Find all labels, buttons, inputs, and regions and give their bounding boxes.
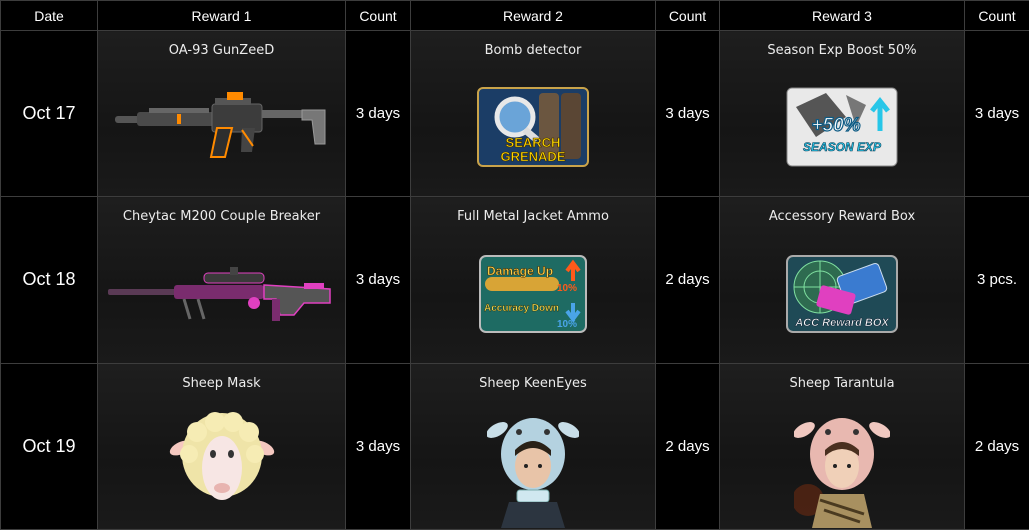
- count-cell: 2 days: [655, 362, 720, 530]
- reward-cell: Bomb detector SEARCH GRENADE: [410, 29, 656, 198]
- sheep-mask-icon: [98, 405, 345, 515]
- acc-reward-box-icon: ACC Reward BOX: [720, 239, 964, 349]
- count-cell: 3 days: [964, 29, 1029, 198]
- character-pink-hood-icon: [720, 409, 964, 529]
- date-cell: Oct 19: [0, 362, 98, 530]
- accuracy-down-label: Accuracy Down: [484, 303, 559, 314]
- reward-name: Sheep Mask: [182, 375, 261, 391]
- reward-cell: Sheep KeenEyes: [410, 362, 656, 530]
- count-cell: 3 pcs.: [964, 196, 1029, 364]
- reward-name: Cheytac M200 Couple Breaker: [122, 209, 321, 225]
- count-cell: 3 days: [345, 196, 411, 364]
- season-exp-boost-icon: +50% SEASON EXP: [720, 72, 964, 182]
- table-row: Oct 17 OA-93 GunZeeD 3 days Bomb detecto…: [0, 29, 1029, 198]
- header-row: Date Reward 1 Count Reward 2 Count Rewar…: [0, 0, 1029, 31]
- reward-cell: Accessory Reward Box ACC Reward BOX: [719, 196, 965, 364]
- rewards-table: Date Reward 1 Count Reward 2 Count Rewar…: [0, 0, 1029, 530]
- search-grenade-icon: SEARCH GRENADE: [411, 72, 655, 182]
- reward-name: Accessory Reward Box: [768, 209, 916, 225]
- header-reward-3: Reward 3: [719, 0, 965, 31]
- reward-name: OA-93 GunZeeD: [168, 43, 275, 58]
- header-count-1: Count: [345, 0, 411, 31]
- header-count-3: Count: [964, 0, 1029, 31]
- ammo-icon: Damage Up 10% Accuracy Down 10%: [411, 239, 655, 349]
- reward-cell: Sheep Tarantula: [719, 362, 965, 530]
- reward-cell: Season Exp Boost 50% +50% SEASON EXP: [719, 29, 965, 198]
- reward-cell: OA-93 GunZeeD: [97, 29, 346, 198]
- accuracy-down-pct: 10%: [557, 319, 577, 330]
- reward-name: Season Exp Boost 50%: [767, 43, 917, 58]
- date-cell: Oct 18: [0, 196, 98, 364]
- acc-reward-box-label: ACC Reward BOX: [794, 317, 889, 329]
- date-cell: Oct 17: [0, 29, 98, 198]
- reward-cell: Cheytac M200 Couple Breaker: [97, 196, 346, 364]
- reward-name: Full Metal Jacket Ammo: [457, 209, 609, 225]
- season-exp-label-top: +50%: [811, 115, 860, 136]
- count-cell: 3 days: [655, 29, 720, 198]
- reward-cell: Full Metal Jacket Ammo Damage Up 10% Acc…: [410, 196, 656, 364]
- table-row: Oct 18 Cheytac M200 Couple Breaker 3 day…: [0, 196, 1029, 364]
- reward-cell: Sheep Mask: [97, 362, 346, 530]
- reward-name: Sheep Tarantula: [789, 375, 895, 391]
- count-cell: 3 days: [345, 29, 411, 198]
- character-blue-hood-icon: [411, 409, 655, 529]
- season-exp-label-bottom: SEASON EXP: [803, 140, 882, 154]
- reward-name: Bomb detector: [484, 43, 582, 58]
- header-date: Date: [0, 0, 98, 31]
- reward-name: Sheep KeenEyes: [479, 375, 587, 391]
- assault-rifle-icon: [98, 72, 345, 182]
- sniper-rifle-icon: [98, 239, 345, 349]
- header-count-2: Count: [655, 0, 720, 31]
- damage-up-pct: 10%: [557, 283, 577, 294]
- table-row: Oct 19 Sheep Mask 3 days Sheep KeenEyes …: [0, 362, 1029, 530]
- count-cell: 3 days: [345, 362, 411, 530]
- count-cell: 2 days: [655, 196, 720, 364]
- search-grenade-label-bottom: GRENADE: [500, 149, 565, 164]
- header-reward-2: Reward 2: [410, 0, 656, 31]
- damage-up-label: Damage Up: [487, 264, 553, 278]
- search-grenade-label-top: SEARCH: [506, 135, 561, 150]
- count-cell: 2 days: [964, 362, 1029, 530]
- header-reward-1: Reward 1: [97, 0, 346, 31]
